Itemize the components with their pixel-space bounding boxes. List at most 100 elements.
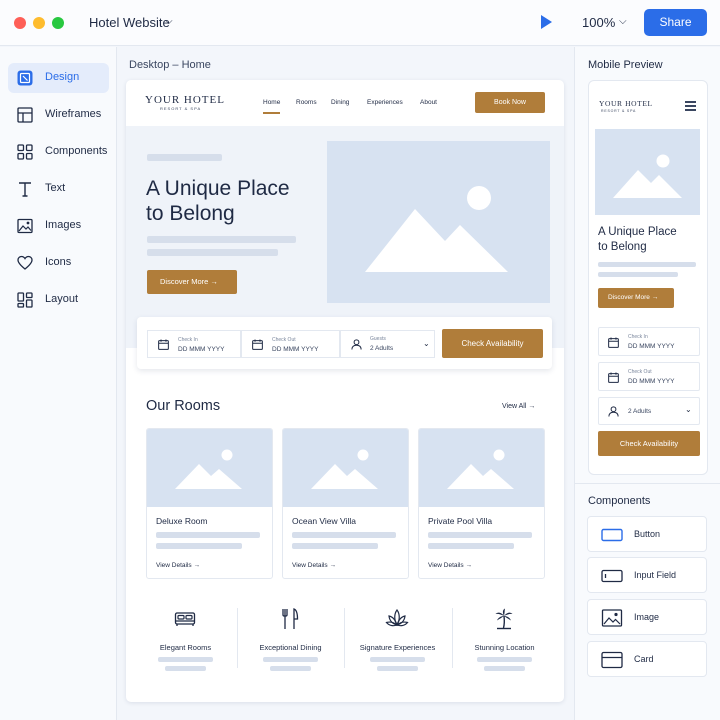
check-out-value: DD MMM YYYY bbox=[272, 346, 319, 353]
title-bar: Hotel Website ⌵ 100% ⌵ Share bbox=[0, 0, 720, 46]
hero-image-placeholder bbox=[327, 141, 550, 303]
nav-link-home[interactable]: Home bbox=[263, 99, 280, 106]
sidebar-item-text[interactable]: Text bbox=[8, 174, 109, 204]
view-details-link[interactable]: View Details → bbox=[428, 562, 472, 569]
chevron-down-icon[interactable]: ⌵ bbox=[165, 16, 173, 27]
room-name: Private Pool Villa bbox=[428, 516, 493, 526]
user-icon bbox=[351, 339, 362, 350]
room-card[interactable]: Deluxe Room View Details → bbox=[146, 428, 273, 579]
discover-more-button[interactable]: Discover More → bbox=[147, 270, 237, 294]
bed-icon bbox=[174, 612, 196, 626]
chevron-down-icon: ⌄ bbox=[423, 339, 430, 348]
sidebar-item-design[interactable]: Design bbox=[8, 63, 109, 93]
layout-icon bbox=[17, 292, 33, 308]
guests-value: 2 Adults bbox=[370, 345, 394, 352]
text-placeholder-bar bbox=[156, 543, 242, 549]
view-all-link[interactable]: View All → bbox=[502, 403, 535, 410]
share-button[interactable]: Share bbox=[644, 9, 707, 36]
calendar-icon bbox=[158, 339, 169, 350]
check-out-field[interactable]: Check Out DD MMM YYYY bbox=[598, 362, 700, 391]
text-placeholder-bar bbox=[484, 666, 525, 671]
preview-panel: Mobile Preview YOUR HOTEL RESORT & SPA A… bbox=[574, 47, 720, 720]
check-out-label: Check Out bbox=[628, 369, 652, 375]
text-icon bbox=[19, 182, 31, 197]
sidebar-item-label: Images bbox=[45, 219, 82, 231]
guests-label: Guests bbox=[370, 336, 386, 342]
hotel-logo[interactable]: YOUR HOTEL bbox=[599, 99, 653, 108]
sidebar-item-label: Icons bbox=[45, 256, 72, 268]
image-placeholder-icon bbox=[311, 449, 378, 489]
guests-value: 2 Adults bbox=[628, 408, 652, 415]
zoom-level[interactable]: 100% bbox=[582, 15, 615, 30]
canvas-frame-label: Desktop – Home bbox=[129, 59, 211, 71]
project-title[interactable]: Hotel Website bbox=[89, 15, 170, 30]
component-input-field[interactable]: Input Field bbox=[587, 557, 707, 593]
nav-link-rooms[interactable]: Rooms bbox=[296, 99, 317, 106]
desktop-frame[interactable]: YOUR HOTEL RESORT & SPA Home Rooms Dinin… bbox=[126, 80, 564, 702]
room-card[interactable]: Ocean View Villa View Details → bbox=[282, 428, 409, 579]
rooms-section-title: Our Rooms bbox=[146, 398, 221, 414]
sidebar-item-label: Components bbox=[45, 145, 108, 157]
images-icon bbox=[17, 218, 33, 234]
discover-more-button[interactable]: Discover More → bbox=[598, 288, 674, 308]
mobile-preview-frame[interactable]: YOUR HOTEL RESORT & SPA A Unique Place t… bbox=[588, 80, 708, 475]
check-out-field[interactable]: Check Out DD MMM YYYY bbox=[241, 330, 340, 358]
component-button[interactable]: Button bbox=[587, 516, 707, 552]
view-details-link[interactable]: View Details → bbox=[156, 562, 200, 569]
sidebar-item-layout[interactable]: Layout bbox=[8, 285, 109, 315]
text-placeholder-bar bbox=[370, 657, 425, 662]
check-availability-button[interactable]: Check Availability bbox=[598, 431, 700, 456]
feature-label: Exceptional Dining bbox=[259, 643, 322, 652]
sidebar-item-icons[interactable]: Icons bbox=[8, 248, 109, 278]
chevron-down-icon[interactable]: ⌵ bbox=[619, 16, 627, 27]
image-icon bbox=[601, 609, 623, 627]
nav-link-about[interactable]: About bbox=[420, 99, 437, 106]
sidebar-item-wireframes[interactable]: Wireframes bbox=[8, 100, 109, 130]
button-icon bbox=[601, 528, 623, 542]
room-name: Deluxe Room bbox=[156, 516, 208, 526]
minimize-window-button[interactable] bbox=[33, 17, 45, 29]
sidebar-item-images[interactable]: Images bbox=[8, 211, 109, 241]
hotel-logo[interactable]: YOUR HOTEL bbox=[145, 94, 225, 106]
sidebar-item-components[interactable]: Components bbox=[8, 137, 109, 167]
room-card[interactable]: Private Pool Villa View Details → bbox=[418, 428, 545, 579]
hero-title-line: A Unique Place bbox=[146, 177, 290, 200]
image-placeholder-icon bbox=[613, 154, 682, 198]
hotel-logo-subtitle: RESORT & SPA bbox=[160, 106, 202, 111]
hamburger-menu-icon[interactable] bbox=[685, 101, 696, 113]
component-label: Card bbox=[634, 654, 654, 664]
sidebar-item-label: Text bbox=[45, 182, 66, 194]
check-out-value: DD MMM YYYY bbox=[628, 378, 675, 385]
book-now-button[interactable]: Book Now bbox=[475, 92, 545, 113]
view-details-link[interactable]: View Details → bbox=[292, 562, 336, 569]
play-icon[interactable] bbox=[541, 15, 552, 29]
hero-image-placeholder bbox=[595, 129, 700, 215]
maximize-window-button[interactable] bbox=[52, 17, 64, 29]
text-placeholder-bar bbox=[292, 532, 396, 538]
check-in-field[interactable]: Check In DD MMM YYYY bbox=[147, 330, 241, 358]
tool-sidebar: Design Wireframes Components Text Images bbox=[0, 47, 117, 720]
room-image-placeholder bbox=[419, 429, 544, 507]
check-in-field[interactable]: Check In DD MMM YYYY bbox=[598, 327, 700, 356]
text-placeholder-bar bbox=[428, 532, 532, 538]
nav-link-experiences[interactable]: Experiences bbox=[367, 99, 403, 106]
text-placeholder-bar bbox=[147, 236, 296, 243]
sidebar-item-label: Wireframes bbox=[45, 108, 102, 120]
nav-link-dining[interactable]: Dining bbox=[331, 99, 349, 106]
guests-select[interactable]: Guests 2 Adults ⌄ bbox=[340, 330, 435, 358]
check-in-label: Check In bbox=[628, 334, 648, 340]
calendar-icon bbox=[608, 337, 619, 348]
card-icon bbox=[601, 651, 623, 669]
dining-icon bbox=[282, 608, 299, 629]
user-icon bbox=[608, 406, 619, 417]
component-image[interactable]: Image bbox=[587, 599, 707, 635]
check-in-value: DD MMM YYYY bbox=[178, 346, 225, 353]
feature-exceptional-dining: Exceptional Dining bbox=[236, 605, 345, 675]
guests-select[interactable]: 2 Adults ⌄ bbox=[598, 397, 700, 425]
feature-stunning-location: Stunning Location bbox=[450, 605, 559, 675]
component-card[interactable]: Card bbox=[587, 641, 707, 677]
check-availability-button[interactable]: Check Availability bbox=[442, 329, 543, 358]
heart-icon bbox=[17, 255, 33, 270]
sidebar-item-label: Layout bbox=[45, 293, 79, 305]
close-window-button[interactable] bbox=[14, 17, 26, 29]
